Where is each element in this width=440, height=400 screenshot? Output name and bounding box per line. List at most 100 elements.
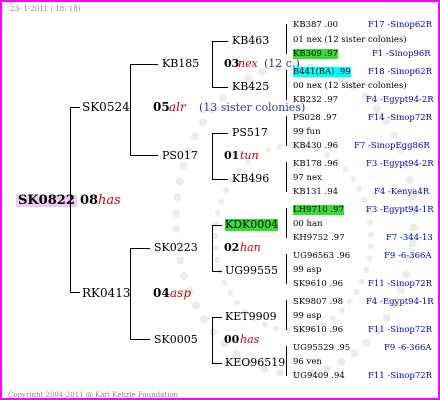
g5-1-a-right: F17 -Sinop62R: [368, 20, 433, 30]
g3-ps017[interactable]: PS017: [162, 150, 198, 162]
g5-8-b: 96 ven: [293, 357, 322, 367]
g5-3-b: 99 fun: [293, 127, 321, 137]
connector: [286, 346, 287, 376]
g5-6-c-right: F11 -Sinop72R: [368, 279, 433, 289]
root-name: has: [98, 193, 121, 208]
connector: [212, 225, 222, 226]
connector: [286, 162, 287, 192]
g5-8-a[interactable]: UG95529 .95: [293, 343, 350, 353]
connector: [130, 339, 150, 340]
copyright: Copyright 2004-2011 @ Karl Kehrle Founda…: [8, 391, 179, 399]
g5-7-c-right: F11 -Sinop72R: [368, 325, 433, 335]
connector: [130, 64, 158, 65]
g5-4-c-right: F4 -Kenya4R: [374, 187, 430, 197]
connector: [212, 41, 213, 87]
g3-ps017-year: 01: [224, 149, 240, 162]
g4-keo96519[interactable]: KEO96519: [225, 357, 285, 369]
g5-7-a-right: F4 -Egypt94-1R: [366, 297, 434, 307]
connector: [130, 248, 131, 340]
connector: [286, 300, 287, 330]
g5-1-c[interactable]: KB309 .97: [293, 49, 339, 59]
connector: [286, 24, 287, 54]
g5-5-a-right: F3 -Egypt94-1R: [366, 205, 434, 215]
g5-3-a[interactable]: PS028 .97: [293, 113, 337, 123]
connector: [212, 179, 228, 180]
g5-4-a-right: F3 -Egypt94-2R: [366, 159, 434, 169]
g4-ug99555[interactable]: UG99555: [225, 265, 278, 277]
g5-4-c[interactable]: KB131 .94: [293, 187, 338, 197]
g3-sk0223-name: han: [240, 241, 261, 254]
g3-sk0223-year: 02: [224, 241, 240, 254]
g4-ket9909[interactable]: KET9909: [225, 311, 277, 323]
connector: [286, 116, 287, 146]
connector: [212, 363, 222, 364]
dam-year: 04: [153, 286, 170, 300]
connector: [212, 133, 228, 134]
g5-5-c-right: F7 -344-13: [386, 233, 433, 243]
root-id[interactable]: SK0822: [16, 194, 77, 207]
g5-8-c[interactable]: UG9409 .94: [293, 371, 345, 381]
g5-2-a-right: F18 -Sinop62R: [368, 67, 433, 77]
connector: [212, 317, 213, 363]
g4-kb463[interactable]: KB463: [232, 35, 269, 47]
pedigree-frame: 23- 1-2011 ( 18: 18) SK0822 08 has SK052…: [0, 0, 440, 400]
connector: [70, 107, 80, 108]
g5-4-a[interactable]: KB178 .96: [293, 159, 338, 169]
g4-kdk0004[interactable]: KDK0004: [225, 219, 279, 231]
g4-kb496[interactable]: KB496: [232, 173, 269, 185]
connector: [212, 271, 222, 272]
g5-5-c[interactable]: KH9752 .97: [293, 233, 345, 243]
sire-name: alr: [169, 100, 186, 114]
g3-ps017-name: tun: [240, 149, 259, 162]
connector: [286, 254, 287, 284]
g5-4-b: 97 nex: [293, 173, 322, 183]
g5-6-a[interactable]: UG96563 .96: [293, 251, 350, 261]
g5-2-a[interactable]: B441(BA) .99: [293, 67, 351, 77]
g5-1-a[interactable]: KB387 .00: [293, 20, 338, 30]
g5-2-c[interactable]: KB232 .97: [293, 95, 338, 105]
dam-id[interactable]: RK0413: [82, 287, 131, 299]
g3-sk0005[interactable]: SK0005: [154, 334, 198, 346]
g5-2-c-right: F4 -Egypt94-2R: [366, 95, 434, 105]
g5-3-c[interactable]: KB430 .96: [293, 141, 338, 151]
connector: [130, 248, 150, 249]
g5-6-a-right: F9 -6-366A: [384, 251, 432, 261]
connector: [212, 87, 228, 88]
g4-kb425[interactable]: KB425: [232, 81, 269, 93]
g5-1-c-right: F1 -Sinop96R: [372, 49, 431, 59]
connector: [212, 133, 213, 179]
connector: [70, 107, 71, 293]
g3-kb185-name: nex: [238, 57, 258, 70]
connector: [286, 208, 287, 238]
g4-ps517[interactable]: PS517: [232, 127, 268, 139]
g5-3-c-right: F7 -SinopEgg86R: [354, 141, 430, 151]
sire-id[interactable]: SK0524: [82, 101, 130, 113]
connector: [286, 70, 287, 100]
g5-7-c[interactable]: SK9610 .96: [293, 325, 343, 335]
sire-note: (13 sister colonies): [199, 101, 306, 114]
connector: [70, 292, 80, 293]
header-timestamp: 23- 1-2011 ( 18: 18): [10, 5, 81, 13]
connector: [212, 41, 228, 42]
g5-3-a-right: F14 -Sinop72R: [368, 113, 433, 123]
g3-sk0005-year: 00: [224, 333, 240, 346]
dam-name: asp: [170, 286, 191, 300]
g5-7-a[interactable]: SK9807 .98: [293, 297, 343, 307]
g3-sk0223[interactable]: SK0223: [154, 242, 198, 254]
g3-sk0005-name: has: [240, 333, 260, 346]
sire-year: 05: [153, 100, 170, 114]
g5-6-c[interactable]: SK9610 .96: [293, 279, 343, 289]
g3-kb185[interactable]: KB185: [162, 58, 199, 70]
connector: [130, 155, 158, 156]
g5-5-a[interactable]: LH9710 .97: [293, 205, 344, 215]
g5-8-a-right: F9 -6-366A: [384, 343, 432, 353]
connector: [130, 64, 131, 155]
connector: [212, 225, 213, 271]
g5-7-b: 99 asp: [293, 311, 322, 321]
g5-5-b: 00 han: [293, 219, 323, 229]
root-year: 08: [80, 193, 99, 208]
g5-8-c-right: F11 -Sinop72R: [368, 371, 433, 381]
connector: [212, 317, 222, 318]
g5-6-b: 99 asp: [293, 265, 322, 275]
g5-1-b: 01 nex (12 sister colonies): [293, 35, 407, 45]
